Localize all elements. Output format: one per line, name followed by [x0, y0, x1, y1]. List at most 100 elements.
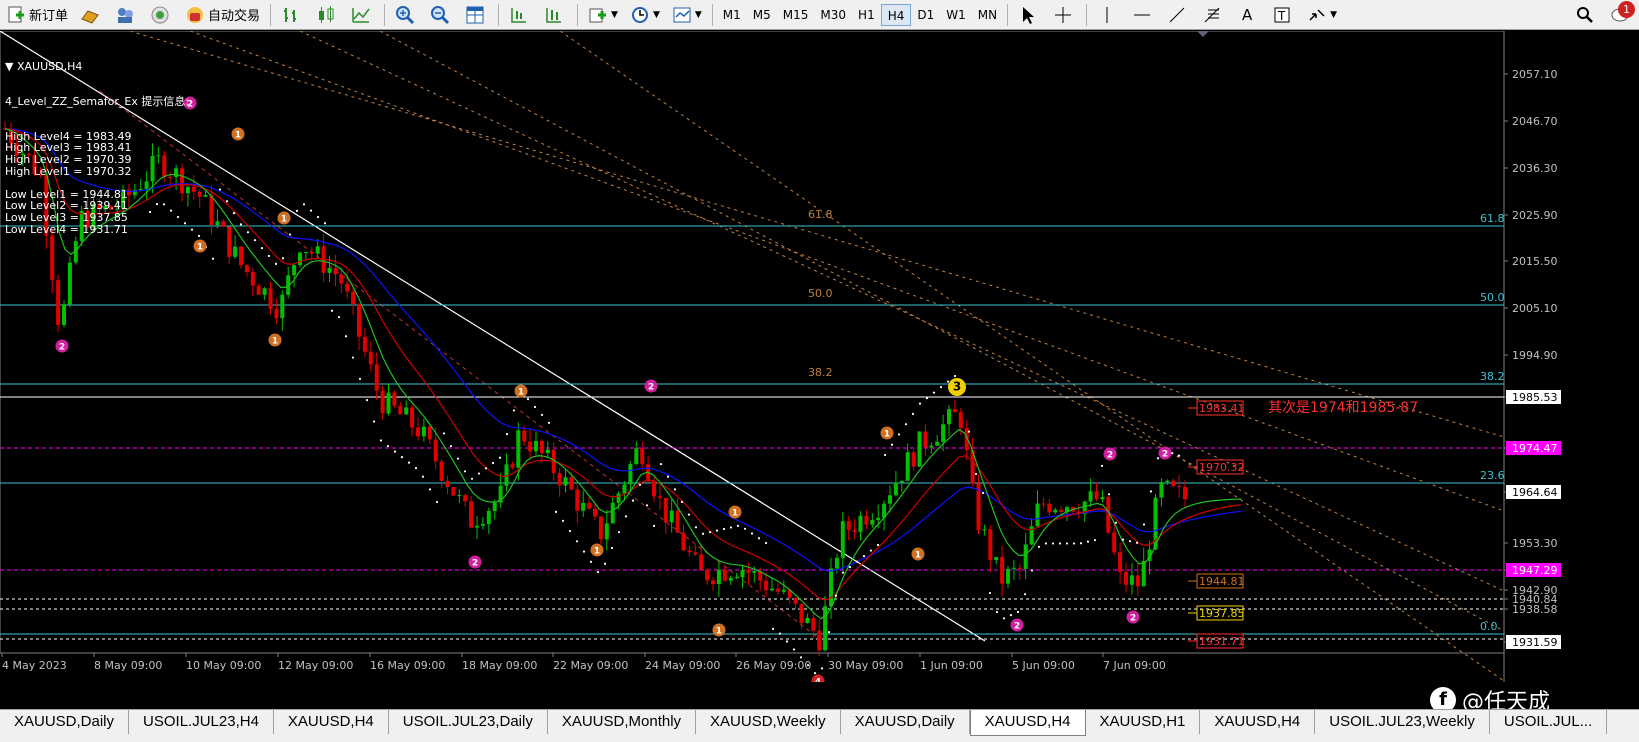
autoscroll-button[interactable] — [539, 2, 572, 28]
candle-body — [539, 440, 544, 454]
timeframe-m15[interactable]: M15 — [777, 4, 815, 26]
price-axis-text: 2015.50 — [1512, 255, 1558, 268]
sar-dot — [246, 231, 250, 234]
date-axis-text: 24 May 09:00 — [645, 659, 720, 672]
chart-tab[interactable]: XAUUSD,H4 — [274, 710, 389, 734]
price-chart[interactable]: 61.8 50.0 38.2 23.6 0.0 61.8 50.0 38.2 2 2 1 1 1 1 2 1 1… — [0, 31, 1639, 682]
sar-dot — [470, 477, 474, 480]
fibonacci-button[interactable] — [1197, 2, 1230, 28]
date-axis-label: 24 May 09:00 — [644, 653, 720, 672]
candle-body — [640, 448, 645, 465]
semafor-marker: 2 — [468, 555, 482, 569]
candle-body — [893, 482, 898, 496]
chart-tab[interactable]: XAUUSD,H1 — [1086, 710, 1201, 734]
text-button[interactable]: A — [1232, 2, 1265, 28]
cursor-button[interactable] — [1013, 2, 1046, 28]
candlestick-button[interactable] — [311, 2, 344, 28]
candle-body — [622, 484, 627, 494]
semafor-label: 4 — [815, 678, 821, 683]
semafor-marker: 2 — [644, 379, 658, 393]
price-axis-label: 2005.10 — [1504, 302, 1558, 315]
sar-dot — [1177, 454, 1181, 457]
auto-trading-button[interactable]: 自动交易 — [180, 2, 265, 28]
date-axis-text: 22 May 09:00 — [553, 659, 628, 672]
bar-chart-button[interactable] — [276, 2, 309, 28]
fib-right-label: 23.6 — [1480, 469, 1505, 482]
auto-trading-label: 自动交易 — [208, 9, 261, 24]
timeframe-mn[interactable]: MN — [972, 4, 1003, 26]
sar-dot — [281, 257, 285, 260]
timeframe-w1[interactable]: W1 — [940, 4, 972, 26]
timeframe-h4[interactable]: H4 — [880, 3, 912, 26]
timeframe-m5[interactable]: M5 — [747, 4, 777, 26]
arrows-button[interactable]: ▼ — [1302, 2, 1342, 28]
fib-label: 61.8 — [808, 208, 833, 221]
sar-dot — [1023, 593, 1027, 596]
sar-dot — [631, 499, 635, 502]
sar-dot — [1142, 523, 1146, 526]
new-order-button[interactable]: 新订单 — [1, 2, 73, 28]
market-watch-button[interactable] — [75, 2, 108, 28]
trendline-button[interactable] — [1162, 2, 1195, 28]
text-label-button[interactable]: T — [1267, 2, 1300, 28]
vertical-line-button[interactable] — [1092, 2, 1125, 28]
timeframe-d1[interactable]: D1 — [911, 4, 940, 26]
semafor-marker: 3 — [948, 378, 966, 396]
zoom-in-button[interactable] — [390, 2, 423, 28]
chart-tab[interactable]: USOIL.JUL23,Weekly — [1315, 710, 1490, 734]
chart-tab[interactable]: XAUUSD,H4 — [1200, 710, 1316, 734]
sar-dot — [302, 203, 306, 206]
horizontal-line-button[interactable] — [1127, 2, 1160, 28]
chart-tab[interactable]: XAUUSD,Daily — [0, 710, 130, 734]
sar-dot — [1093, 538, 1097, 542]
chart-tab[interactable]: XAUUSD,Monthly — [548, 710, 697, 734]
sar-dot — [834, 594, 838, 597]
candle-body — [888, 495, 892, 504]
semafor-label: 1 — [884, 430, 890, 440]
candle-body — [362, 336, 367, 352]
periods-button[interactable]: ▼ — [625, 2, 665, 28]
candle-body — [840, 521, 845, 558]
candle-body — [1118, 552, 1123, 572]
indicators-button[interactable]: ▼ — [583, 2, 623, 28]
sar-dot — [883, 453, 887, 457]
zoom-out-button[interactable] — [425, 2, 458, 28]
notifications-button[interactable]: 1 — [1605, 0, 1638, 28]
timeframe-m1[interactable]: M1 — [717, 4, 747, 26]
candle-body — [1059, 509, 1064, 512]
templates-button[interactable]: ▼ — [667, 2, 707, 28]
tile-windows-button[interactable] — [460, 2, 493, 28]
chart-tab[interactable]: XAUUSD,Weekly — [696, 710, 841, 734]
toolbar-separator — [1086, 3, 1088, 26]
semafor-marker: 1 — [193, 239, 207, 253]
indicator-info-panel: ▼ XAUUSD,H4 4_Level_ZZ_Semafor_Ex 提示信息: … — [5, 38, 189, 247]
line-chart-button[interactable] — [346, 2, 379, 28]
sar-dot — [638, 483, 642, 486]
sar-dot — [778, 632, 782, 635]
candle-body — [994, 557, 999, 561]
chart-tab[interactable]: XAUUSD,H4 — [969, 710, 1086, 736]
candle-body — [1100, 497, 1105, 500]
toolbar-separator — [384, 3, 386, 26]
candle-body — [911, 452, 916, 467]
date-axis-text: 12 May 09:00 — [278, 659, 353, 672]
chart-tab[interactable]: USOIL.JUL23,H4 — [129, 710, 274, 734]
chart-shift-button[interactable] — [504, 2, 537, 28]
data-window-button[interactable] — [110, 2, 143, 28]
sar-dot — [785, 640, 789, 643]
chart-tab[interactable]: USOIL.JUL... — [1490, 710, 1608, 734]
people-icon — [115, 5, 135, 25]
chart-tab[interactable]: USOIL.JUL23,Daily — [389, 710, 548, 734]
chart-tab[interactable]: XAUUSD,Daily — [841, 710, 970, 734]
price-axis-label: 1931.59 — [1504, 635, 1561, 649]
timeframe-h1[interactable]: H1 — [852, 4, 881, 26]
crosshair-button[interactable] — [1048, 2, 1081, 28]
search-button[interactable] — [1570, 2, 1603, 28]
timeframe-m30[interactable]: M30 — [814, 4, 852, 26]
sar-dot — [274, 262, 278, 265]
sar-dot — [1002, 617, 1006, 620]
sar-dot — [463, 470, 467, 473]
date-axis-label: 12 May 09:00 — [277, 653, 353, 672]
navigator-button[interactable] — [145, 2, 178, 28]
semafor-marker: 1 — [231, 127, 245, 141]
